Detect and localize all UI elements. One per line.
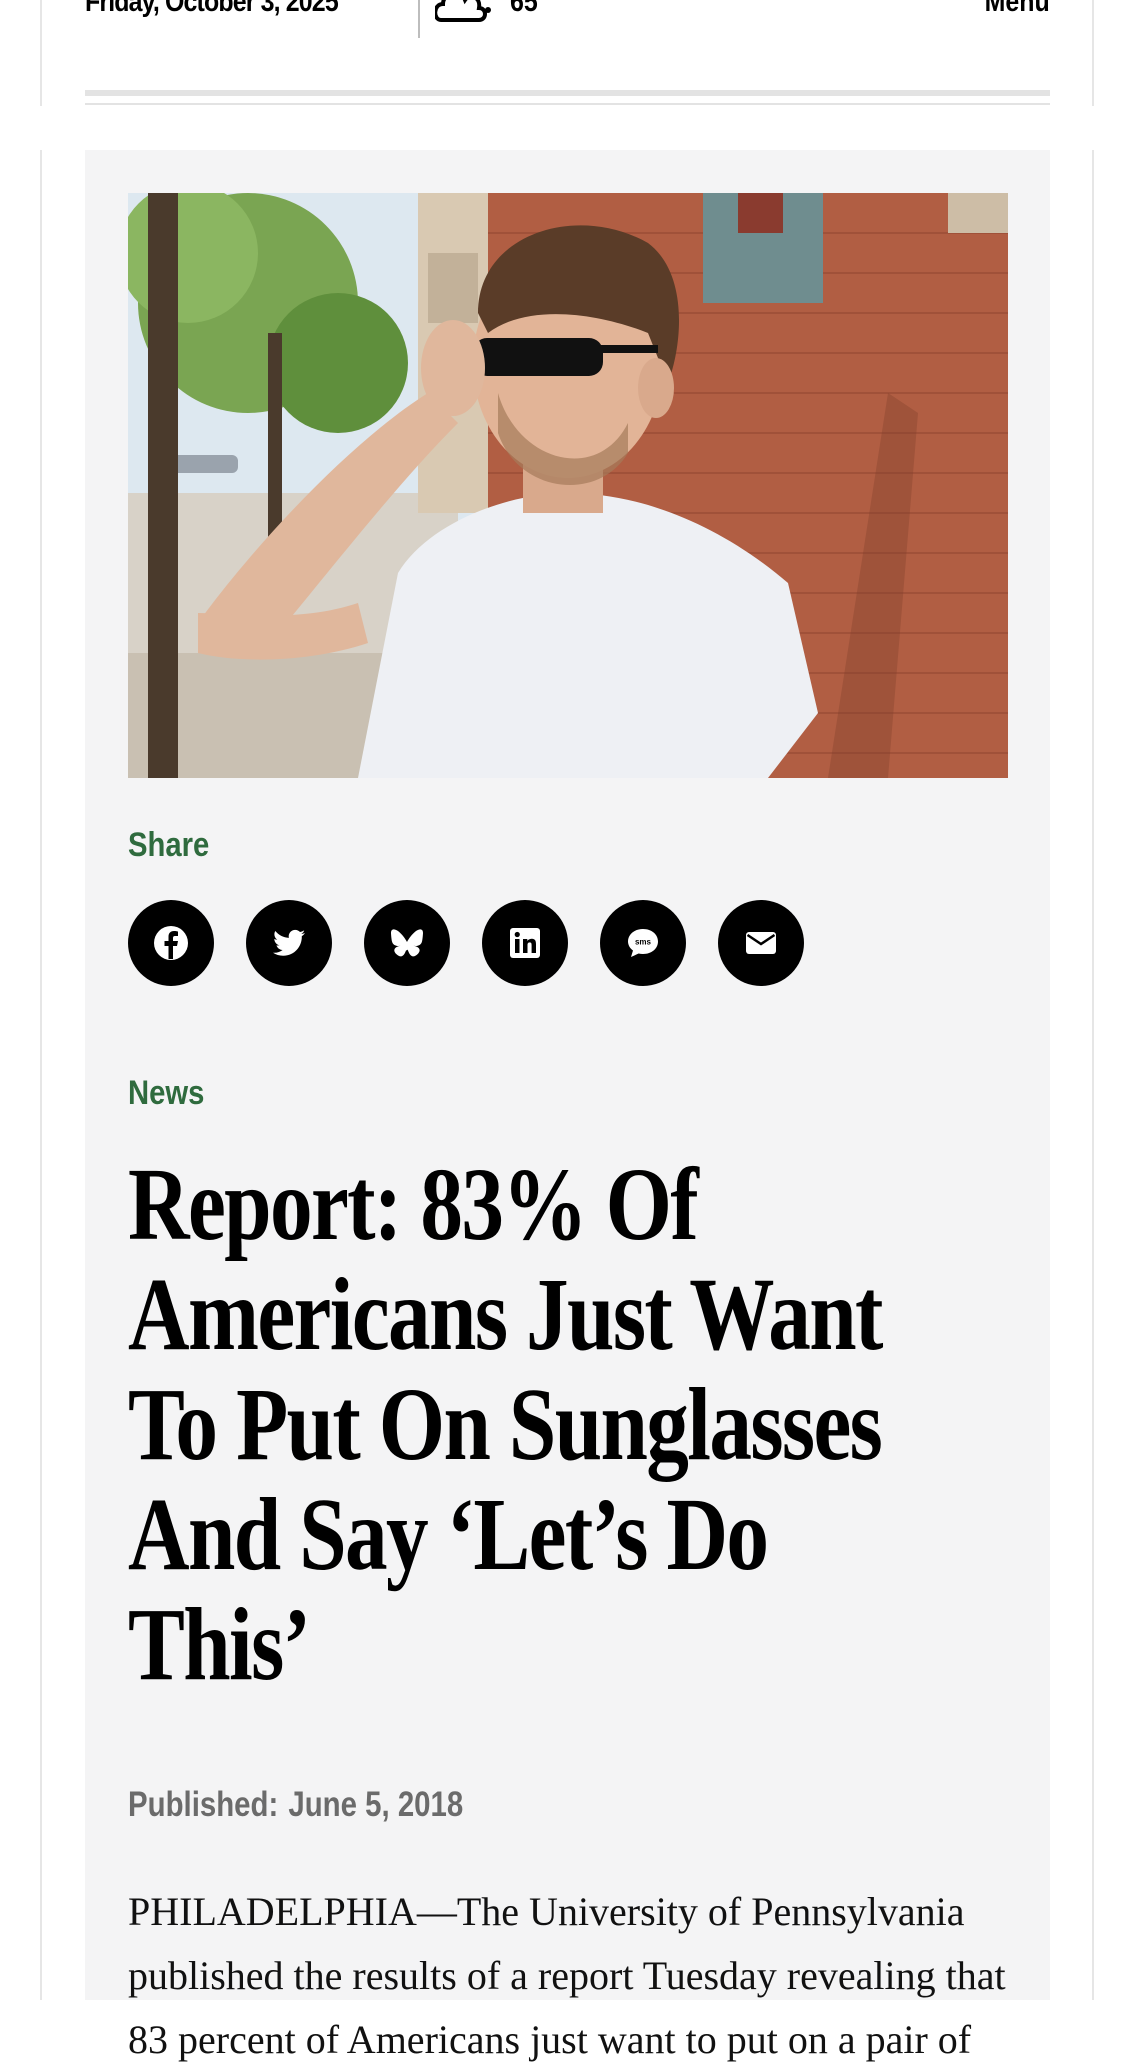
twitter-icon [273, 929, 305, 956]
svg-text:sms: sms [635, 938, 652, 947]
publish-info: Published: June 5, 2018 [128, 1785, 463, 1825]
header-rule-thick [85, 90, 1050, 96]
top-bar: Friday, October 3, 2025 65° Menu [85, 0, 1050, 38]
frame-left [40, 150, 42, 2000]
sms-share-button[interactable]: sms [600, 900, 686, 986]
frame-right-top [1092, 0, 1094, 106]
linkedin-share-button[interactable] [482, 900, 568, 986]
topbar-divider [418, 0, 420, 38]
partly-cloudy-icon [433, 0, 493, 26]
published-date: June 5, 2018 [288, 1785, 464, 1824]
article-card: Share sms News Report: 83% Of Americans … [85, 150, 1050, 2062]
facebook-share-button[interactable] [128, 900, 214, 986]
sms-icon: sms [628, 929, 658, 957]
bluesky-share-button[interactable] [364, 900, 450, 986]
article-body-paragraph: PHILADELPHIA—The University of Pennsylva… [128, 1889, 1006, 2062]
twitter-share-button[interactable] [246, 900, 332, 986]
frame-right [1092, 150, 1094, 2000]
article-hero-image[interactable] [128, 193, 1008, 778]
share-label: Share [128, 826, 210, 864]
facebook-icon [154, 926, 188, 960]
email-icon [746, 932, 776, 954]
linkedin-icon [510, 928, 540, 958]
temperature: 65° [510, 0, 548, 18]
article-headline: Report: 83% Of Americans Just Want To Pu… [128, 1147, 883, 1702]
menu-button[interactable]: Menu [985, 0, 1050, 19]
email-share-button[interactable] [718, 900, 804, 986]
current-date: Friday, October 3, 2025 [85, 0, 339, 18]
frame-left-top [40, 0, 42, 106]
article-category-link[interactable]: News [128, 1074, 204, 1113]
published-label: Published: [128, 1785, 279, 1824]
bluesky-icon [391, 929, 423, 957]
header-rule-thin [85, 103, 1050, 105]
